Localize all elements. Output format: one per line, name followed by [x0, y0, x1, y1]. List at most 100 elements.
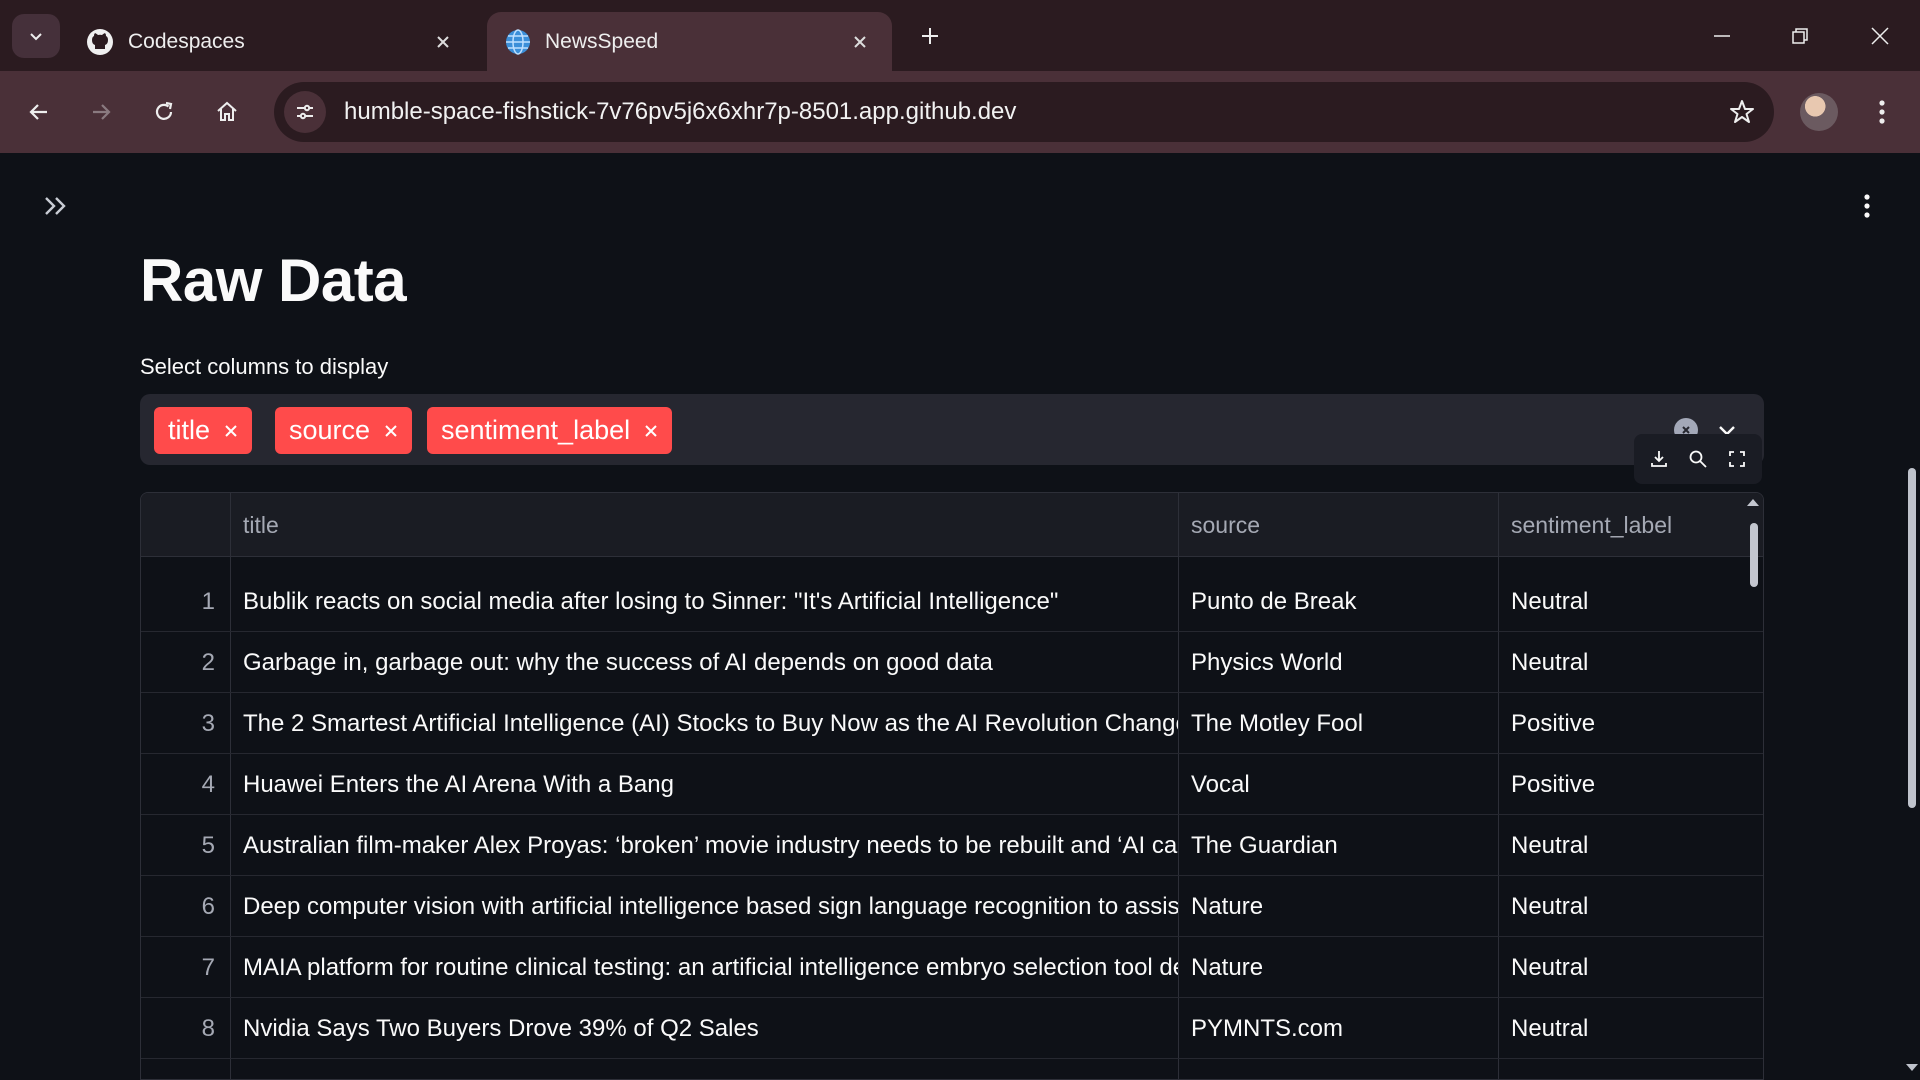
- profile-avatar[interactable]: [1800, 93, 1838, 131]
- cell-sentiment[interactable]: Positive: [1498, 693, 1763, 754]
- header-title[interactable]: title: [230, 493, 1178, 557]
- close-icon[interactable]: [846, 28, 874, 56]
- dataframe-table[interactable]: title source sentiment_label 1 Bublik re…: [140, 492, 1764, 1080]
- cell-sentiment[interactable]: Neutral: [1498, 571, 1763, 632]
- cell-sentiment[interactable]: Neutral: [1498, 876, 1763, 937]
- plus-icon: [922, 28, 938, 44]
- browser-menu-button[interactable]: [1866, 91, 1898, 133]
- cell-title[interactable]: Bublik reacts on social media after losi…: [230, 571, 1178, 632]
- table-row[interactable]: 5 Australian film-maker Alex Proyas: ‘br…: [141, 815, 1763, 876]
- restore-button[interactable]: [1780, 16, 1820, 56]
- chip-label: sentiment_label: [441, 415, 631, 445]
- reload-button[interactable]: [143, 91, 185, 133]
- cell-source[interactable]: The Motley Fool: [1178, 693, 1498, 754]
- header-index: [141, 493, 230, 557]
- page-scrollbar-thumb[interactable]: [1908, 468, 1916, 808]
- tab-title: NewsSpeed: [545, 29, 659, 53]
- star-icon: [1730, 100, 1754, 123]
- bookmark-button[interactable]: [1720, 90, 1764, 134]
- reload-icon: [155, 101, 173, 120]
- chip-source[interactable]: source: [275, 407, 413, 454]
- home-icon: [217, 101, 237, 121]
- cell-source[interactable]: Punto de Break: [1178, 571, 1498, 632]
- cell-title[interactable]: Nvidia Says Two Buyers Drove 39% of Q2 S…: [230, 998, 1178, 1059]
- chevron-down-icon: [30, 33, 42, 41]
- cell-sentiment[interactable]: Positive: [1498, 754, 1763, 815]
- table-row[interactable]: 6 Deep computer vision with artificial i…: [141, 876, 1763, 937]
- tab-title: Codespaces: [128, 29, 245, 53]
- tune-icon: [297, 104, 313, 120]
- close-icon[interactable]: [384, 424, 398, 438]
- table-row[interactable]: 3 The 2 Smartest Artificial Intelligence…: [141, 693, 1763, 754]
- minimize-icon: [1714, 35, 1730, 37]
- column-multiselect[interactable]: title source sentiment_label: [140, 394, 1764, 465]
- back-button[interactable]: [18, 91, 60, 133]
- forward-button[interactable]: [80, 91, 122, 133]
- sidebar-expand-button[interactable]: [40, 190, 72, 222]
- row-index: 6: [201, 892, 215, 920]
- home-button[interactable]: [206, 91, 248, 133]
- cell-source[interactable]: Nature: [1178, 937, 1498, 998]
- row-index: 4: [201, 770, 215, 798]
- cell-title[interactable]: Huawei Enters the AI Arena With a Bang: [230, 754, 1178, 815]
- table-header: title source sentiment_label: [141, 493, 1763, 557]
- tab-codespaces[interactable]: Codespaces: [68, 12, 475, 71]
- multiselect-label: Select columns to display: [140, 354, 389, 379]
- row-index: 3: [201, 709, 215, 737]
- tab-newsspeed[interactable]: NewsSpeed: [487, 12, 892, 71]
- cell-title[interactable]: MAIA platform for routine clinical testi…: [230, 937, 1178, 998]
- cell-source[interactable]: PYMNTS.com: [1178, 998, 1498, 1059]
- cell-title[interactable]: Australian film-maker Alex Proyas: ‘brok…: [230, 815, 1178, 876]
- chip-sentiment-label[interactable]: sentiment_label: [427, 407, 673, 454]
- table-row[interactable]: 7 MAIA platform for routine clinical tes…: [141, 937, 1763, 998]
- table-row[interactable]: 4 Huawei Enters the AI Arena With a Bang…: [141, 754, 1763, 815]
- site-info-button[interactable]: [284, 91, 326, 133]
- close-icon: [1871, 27, 1889, 45]
- app-main-menu-button[interactable]: [1852, 188, 1882, 224]
- cell-title[interactable]: The 2 Smartest Artificial Intelligence (…: [230, 693, 1178, 754]
- cell-sentiment[interactable]: Neutral: [1498, 937, 1763, 998]
- row-index: 2: [201, 648, 215, 676]
- cell-title[interactable]: Garbage in, garbage out: why the success…: [230, 632, 1178, 693]
- close-icon[interactable]: [429, 28, 457, 56]
- header-source[interactable]: source: [1178, 493, 1498, 557]
- cell-sentiment[interactable]: Neutral: [1498, 632, 1763, 693]
- download-icon[interactable]: [1644, 444, 1674, 474]
- new-tab-button[interactable]: [912, 18, 948, 54]
- fullscreen-icon[interactable]: [1722, 444, 1752, 474]
- browser-tabstrip: Codespaces NewsSpeed: [0, 0, 1920, 71]
- cell-title[interactable]: Deep computer vision with artificial int…: [230, 876, 1178, 937]
- restore-icon: [1792, 28, 1808, 44]
- arrow-right-icon: [93, 104, 111, 120]
- cell-source[interactable]: Nature: [1178, 876, 1498, 937]
- table-body: 1 Bublik reacts on social media after lo…: [141, 571, 1763, 1059]
- url-text[interactable]: humble-space-fishstick-7v76pv5j6x6xhr7p-…: [344, 98, 1720, 126]
- cell-sentiment[interactable]: Neutral: [1498, 815, 1763, 876]
- globe-icon: [506, 28, 530, 55]
- row-index: 8: [201, 1014, 215, 1042]
- table-row[interactable]: 2 Garbage in, garbage out: why the succe…: [141, 632, 1763, 693]
- chip-title[interactable]: title: [154, 407, 253, 454]
- cell-source[interactable]: Vocal: [1178, 754, 1498, 815]
- table-row[interactable]: 8 Nvidia Says Two Buyers Drove 39% of Q2…: [141, 998, 1763, 1059]
- address-bar[interactable]: humble-space-fishstick-7v76pv5j6x6xhr7p-…: [274, 82, 1774, 142]
- header-sentiment-label[interactable]: sentiment_label: [1498, 493, 1763, 557]
- close-icon[interactable]: [224, 424, 238, 438]
- cell-source[interactable]: The Guardian: [1178, 815, 1498, 876]
- table-row[interactable]: 1 Bublik reacts on social media after lo…: [141, 571, 1763, 632]
- tab-search-button[interactable]: [12, 14, 60, 58]
- more-vertical-icon: [1879, 100, 1885, 124]
- table-scroll-up-arrow[interactable]: [1747, 499, 1759, 506]
- row-index: 5: [201, 831, 215, 859]
- search-icon[interactable]: [1683, 444, 1713, 474]
- close-window-button[interactable]: [1860, 16, 1900, 56]
- close-icon[interactable]: [644, 424, 658, 438]
- cell-sentiment[interactable]: Neutral: [1498, 998, 1763, 1059]
- cell-source[interactable]: Physics World: [1178, 632, 1498, 693]
- browser-toolbar: humble-space-fishstick-7v76pv5j6x6xhr7p-…: [0, 71, 1920, 153]
- minimize-button[interactable]: [1702, 16, 1742, 56]
- row-index: 1: [201, 587, 215, 615]
- table-scrollbar-thumb[interactable]: [1750, 523, 1758, 587]
- page-title: Raw Data: [140, 247, 407, 314]
- page-scroll-down-arrow[interactable]: [1906, 1064, 1918, 1071]
